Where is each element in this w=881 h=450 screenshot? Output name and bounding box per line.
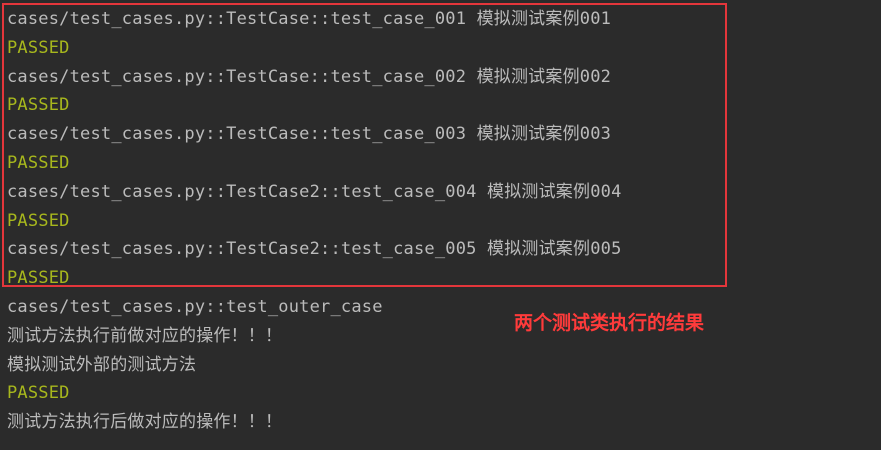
console-line-output: 模拟测试外部的测试方法 [7,354,197,375]
console-line-test-id: cases/test_cases.py::TestCase::test_case… [7,124,612,145]
console-line-passed: PASSED [7,95,70,116]
console-output: cases/test_cases.py::TestCase::test_case… [7,5,867,437]
console-line-passed: PASSED [7,152,70,173]
annotation-label: 两个测试类执行的结果 [514,312,705,334]
console-line-output: 测试方法执行前做对应的操作！！！ [7,325,283,346]
console-line-test-id: cases/test_cases.py::TestCase::test_case… [7,9,612,29]
console-line-passed: PASSED [7,37,70,58]
console-line-test-id: cases/test_cases.py::test_outer_case [7,296,383,317]
console-line-passed: PASSED [7,268,70,289]
console-line-test-id: cases/test_cases.py::TestCase2::test_cas… [7,181,622,202]
console-line-output: 测试方法执行后做对应的操作！！！ [7,412,283,433]
console-line-test-id: cases/test_cases.py::TestCase::test_case… [7,66,612,87]
console-line-test-id: cases/test_cases.py::TestCase2::test_cas… [7,239,622,260]
console-line-passed: PASSED [7,383,70,404]
console-line-passed: PASSED [7,210,70,231]
